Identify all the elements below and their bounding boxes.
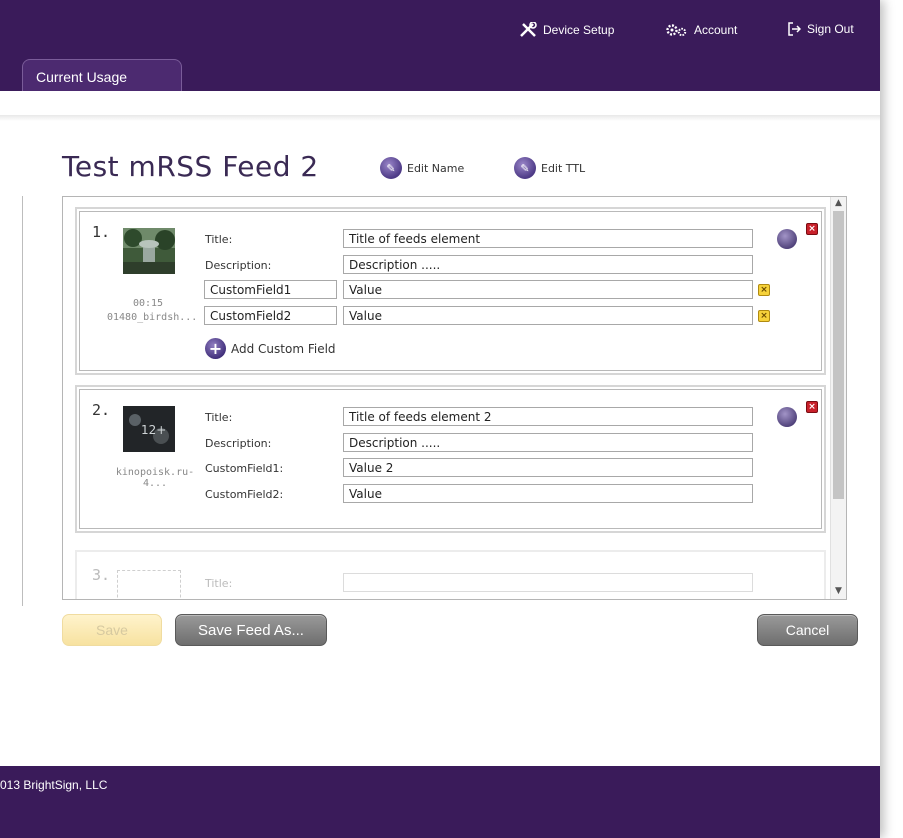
save-button[interactable]: Save (62, 614, 162, 646)
replace-media-button[interactable] (777, 229, 797, 249)
app-window: Device Setup Account Sign Out Current Us… (0, 0, 880, 838)
feed-item-placeholder: 3. Title: (75, 550, 826, 599)
item-number: 1. (92, 223, 111, 241)
custom-field-value-input[interactable]: Value 2 (343, 458, 753, 477)
sign-out-label: Sign Out (807, 22, 854, 36)
gears-icon (666, 24, 687, 37)
plus-icon: + (205, 338, 226, 359)
save-feed-as-button[interactable]: Save Feed As... (175, 614, 327, 646)
delete-item-button[interactable]: × (806, 223, 818, 235)
empty-media-slot[interactable] (117, 570, 181, 599)
left-divider (22, 196, 23, 606)
device-setup-link[interactable]: Device Setup (519, 22, 614, 38)
feed-item: 1. 00:15 01480_birdsh... Title: Title of… (75, 207, 826, 375)
tab-current-usage-label: Current Usage (36, 69, 128, 85)
delete-item-button[interactable]: × (806, 401, 818, 413)
sub-header (0, 91, 880, 116)
description-input[interactable]: Description ..... (343, 433, 753, 452)
scrollbar[interactable]: ▲ ▼ (830, 197, 846, 599)
add-custom-field-label: Add Custom Field (231, 341, 336, 356)
sign-out-icon (788, 22, 801, 36)
edit-name-button[interactable]: ✎ Edit Name (380, 157, 464, 179)
copyright-text: 013 BrightSign, LLC (0, 778, 108, 792)
video-thumbnail[interactable] (123, 228, 175, 274)
edit-name-label: Edit Name (407, 161, 465, 175)
edit-ttl-label: Edit TTL (541, 161, 586, 175)
title-label: Title: (205, 577, 233, 590)
custom-field-label: CustomField1: (205, 462, 284, 475)
scroll-down-icon[interactable]: ▼ (831, 585, 846, 598)
add-custom-field-button[interactable]: + Add Custom Field (205, 338, 336, 359)
video-filename: kinopoisk.ru-4... (115, 467, 195, 489)
custom-field-name-input[interactable]: CustomField1 (204, 280, 337, 299)
edit-ttl-button[interactable]: ✎ Edit TTL (514, 157, 585, 179)
feed-item: 2. 12+ kinopoisk.ru-4... Title: Title of… (75, 385, 826, 533)
custom-field-value-input[interactable]: Value (343, 280, 753, 299)
sub-header-shadow (0, 115, 880, 121)
remove-custom-field-button[interactable]: × (758, 310, 770, 322)
custom-field-value-input[interactable]: Value (343, 306, 753, 325)
video-filename: 01480_birdsh... (107, 312, 198, 323)
custom-field-name-input[interactable]: CustomField2 (204, 306, 337, 325)
item-number: 2. (92, 401, 111, 419)
custom-field-value-input[interactable]: Value (343, 484, 753, 503)
footer-bar (0, 766, 880, 838)
tools-icon (520, 22, 537, 37)
description-label: Description: (205, 437, 272, 450)
video-thumbnail[interactable]: 12+ (123, 406, 175, 452)
device-setup-label: Device Setup (543, 23, 615, 37)
video-duration: 00:15 (132, 298, 164, 309)
description-input[interactable]: Description ..... (343, 255, 753, 274)
title-input[interactable]: Title of feeds element 2 (343, 407, 753, 426)
title-label: Title: (205, 233, 233, 246)
replace-media-button[interactable] (777, 407, 797, 427)
description-label: Description: (205, 259, 272, 272)
title-label: Title: (205, 411, 233, 424)
tab-current-usage[interactable]: Current Usage (22, 59, 182, 91)
scroll-thumb[interactable] (833, 211, 844, 499)
pencil-icon: ✎ (514, 157, 536, 179)
pencil-icon: ✎ (380, 157, 402, 179)
account-label: Account (694, 23, 738, 37)
account-link[interactable]: Account (664, 22, 737, 38)
scroll-up-icon[interactable]: ▲ (831, 197, 846, 210)
item-number: 3. (92, 566, 111, 584)
feed-items-panel[interactable]: 1. 00:15 01480_birdsh... Title: Title of… (62, 196, 847, 600)
svg-text:12+: 12+ (141, 423, 166, 437)
title-input[interactable]: Title of feeds element (343, 229, 753, 248)
page-title: Test mRSS Feed 2 (62, 150, 319, 183)
custom-field-label: CustomField2: (205, 488, 284, 501)
title-input[interactable] (343, 573, 753, 592)
remove-custom-field-button[interactable]: × (758, 284, 770, 296)
sign-out-link[interactable]: Sign Out (787, 22, 854, 36)
cancel-button[interactable]: Cancel (757, 614, 858, 646)
